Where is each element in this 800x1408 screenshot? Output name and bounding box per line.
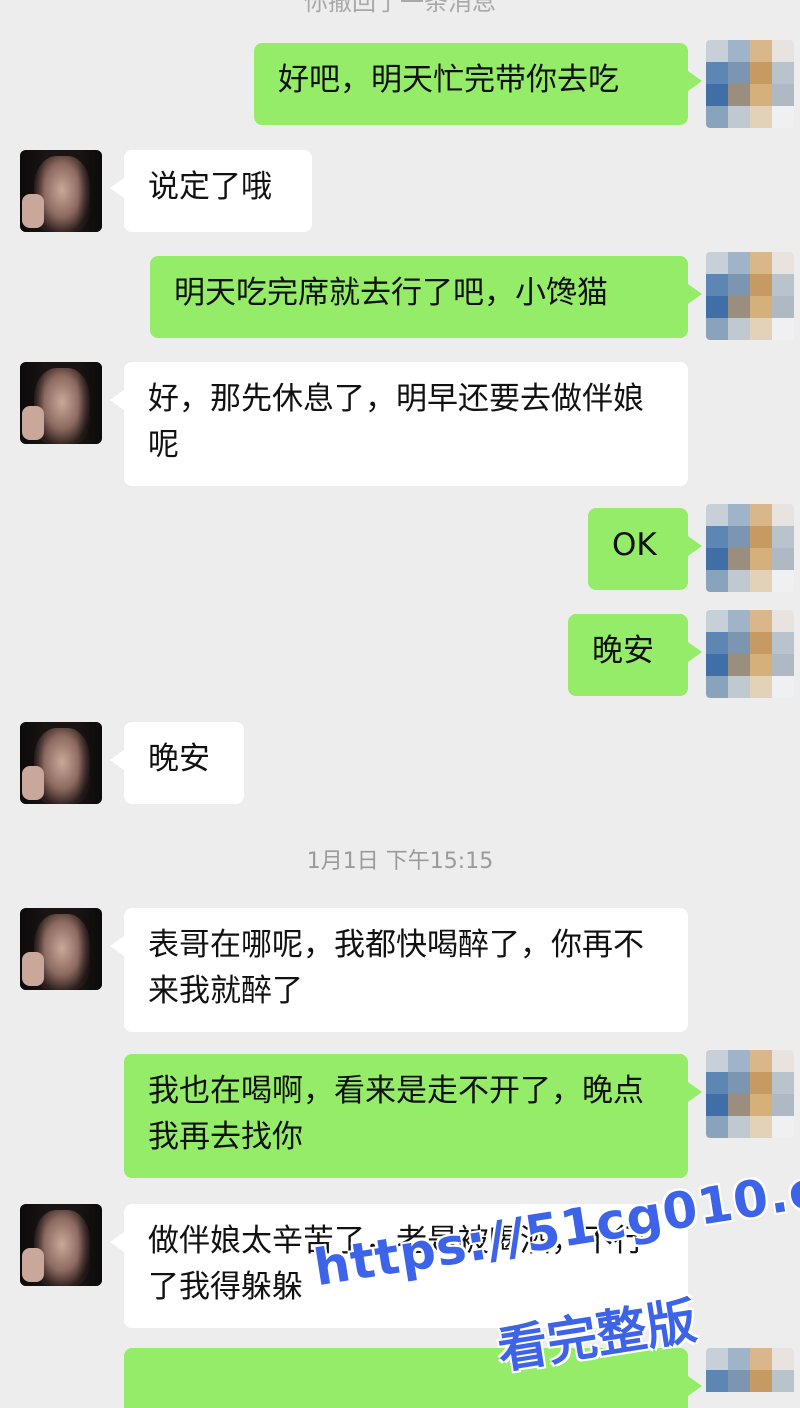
message-row: 好吧，明天忙完带你去吃 [0, 40, 800, 130]
my-avatar[interactable] [706, 504, 794, 592]
contact-avatar[interactable] [20, 908, 102, 990]
incoming-message-bubble[interactable]: 好，那先休息了，明早还要去做伴娘呢 [110, 362, 688, 486]
message-row: OK [0, 504, 800, 594]
recalled-message-notice: 你撤回了一条消息 [304, 0, 496, 16]
message-row [0, 1348, 800, 1408]
my-avatar[interactable] [706, 40, 794, 128]
chat-timestamp: 1月1日 下午15:15 [306, 849, 494, 874]
contact-avatar[interactable] [20, 150, 102, 232]
contact-avatar[interactable] [20, 722, 102, 804]
message-row: 我也在喝啊，看来是走不开了，晚点我再去找你 [0, 1050, 800, 1180]
outgoing-message-bubble[interactable]: 晚安 [568, 614, 702, 696]
incoming-message-bubble[interactable]: 说定了哦 [110, 150, 312, 232]
message-row: 表哥在哪呢，我都快喝醉了，你再不来我就醉了 [0, 908, 800, 1032]
message-row: 明天吃完席就去行了吧，小馋猫 [0, 252, 800, 342]
message-row: 晚安 [0, 722, 800, 804]
outgoing-message-bubble[interactable]: 我也在喝啊，看来是走不开了，晚点我再去找你 [124, 1054, 702, 1178]
contact-avatar[interactable] [20, 362, 102, 444]
contact-avatar[interactable] [20, 1204, 102, 1286]
outgoing-message-bubble[interactable]: 明天吃完席就去行了吧，小馋猫 [150, 256, 702, 338]
incoming-message-bubble[interactable]: 表哥在哪呢，我都快喝醉了，你再不来我就醉了 [110, 908, 688, 1032]
my-avatar[interactable] [706, 610, 794, 698]
my-avatar[interactable] [706, 1348, 794, 1400]
outgoing-message-bubble[interactable]: OK [588, 508, 702, 590]
message-row: 好，那先休息了，明早还要去做伴娘呢 [0, 362, 800, 486]
message-row: 晚安 [0, 610, 800, 700]
outgoing-message-bubble[interactable]: 好吧，明天忙完带你去吃 [254, 43, 702, 125]
incoming-message-bubble[interactable]: 晚安 [110, 722, 244, 804]
my-avatar[interactable] [706, 252, 794, 340]
message-row: 说定了哦 [0, 150, 800, 232]
my-avatar[interactable] [706, 1050, 794, 1138]
